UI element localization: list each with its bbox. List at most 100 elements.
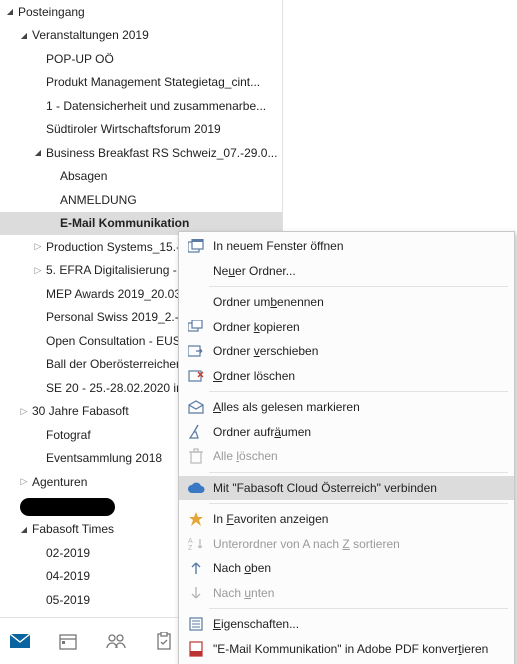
- menu-item-label: Nach oben: [207, 561, 271, 575]
- folder-item[interactable]: ▷ANMELDUNG: [0, 188, 282, 212]
- folder-label: Business Breakfast RS Schweiz_07.-29.0..…: [44, 146, 277, 160]
- folder-label: Produkt Management Stategietag_cint...: [44, 75, 260, 89]
- sort-az-icon: AZ: [185, 535, 207, 553]
- folder-item[interactable]: ◢Business Breakfast RS Schweiz_07.-29.0.…: [0, 141, 282, 165]
- menu-separator: [209, 608, 508, 609]
- menu-item-label: "E-Mail Kommunikation" in Adobe PDF konv…: [207, 642, 488, 656]
- folder-label: Posteingang: [16, 5, 85, 19]
- star-icon: [185, 510, 207, 528]
- menu-item[interactable]: In neuem Fenster öffnen: [179, 234, 514, 259]
- menu-item[interactable]: "E-Mail Kommunikation" in Adobe PDF konv…: [179, 637, 514, 662]
- folder-label: 02-2019: [44, 546, 90, 560]
- properties-icon: [185, 615, 207, 633]
- chevron-down-icon[interactable]: ◢: [18, 525, 30, 534]
- folder-item[interactable]: ▷1 - Datensicherheit und zusammenarbe...: [0, 94, 282, 118]
- menu-item-label: Eigenschaften...: [207, 617, 299, 631]
- folder-label: 05-2019: [44, 593, 90, 607]
- menu-item[interactable]: Neuer Ordner...: [179, 259, 514, 284]
- svg-text:Z: Z: [188, 545, 193, 551]
- folder-delete-icon: [185, 367, 207, 385]
- folder-label: Südtiroler Wirtschaftsforum 2019: [44, 122, 221, 136]
- context-menu: In neuem Fenster öffnen Neuer Ordner... Or…: [178, 231, 515, 664]
- folder-item[interactable]: ◢Veranstaltungen 2019: [0, 24, 282, 48]
- folder-move-icon: [185, 342, 207, 360]
- menu-item-label: Ordner verschieben: [207, 344, 318, 358]
- people-icon[interactable]: [104, 629, 128, 653]
- folder-label: Open Consultation - EUSu...: [44, 334, 197, 348]
- svg-text:A: A: [188, 538, 193, 545]
- chevron-right-icon[interactable]: ▷: [18, 406, 30, 417]
- menu-item[interactable]: Eigenschaften...: [179, 612, 514, 637]
- calendar-icon[interactable]: [56, 629, 80, 653]
- menu-item[interactable]: Mit "Fabasoft Cloud Österreich" verbinde…: [179, 476, 514, 501]
- menu-item[interactable]: Ordner verschieben: [179, 339, 514, 364]
- broom-icon: [185, 423, 207, 441]
- envelope-open-icon: [185, 398, 207, 416]
- arrow-up-icon: [185, 559, 207, 577]
- trash-icon: [185, 447, 207, 465]
- menu-item-label: Alles als gelesen markieren: [207, 400, 360, 414]
- chevron-right-icon[interactable]: ▷: [32, 265, 44, 276]
- menu-item-label: Mit "Fabasoft Cloud Österreich" verbinde…: [207, 481, 437, 495]
- folder-copy-icon: [185, 318, 207, 336]
- chevron-right-icon[interactable]: ▷: [18, 476, 30, 487]
- folder-label: Eventsammlung 2018: [44, 451, 162, 465]
- menu-separator: [209, 391, 508, 392]
- chevron-down-icon[interactable]: ◢: [18, 31, 30, 40]
- menu-item-label: In Favoriten anzeigen: [207, 512, 328, 526]
- folder-item[interactable]: ▷Südtiroler Wirtschaftsforum 2019: [0, 118, 282, 142]
- tasks-icon[interactable]: [152, 629, 176, 653]
- folder-label: Agenturen: [30, 475, 87, 489]
- menu-separator: [209, 503, 508, 504]
- menu-item-label: Alle löschen: [207, 449, 278, 463]
- folder-label: Fotograf: [44, 428, 91, 442]
- menu-item-label: Nach unten: [207, 586, 274, 600]
- arrow-down-icon: [185, 584, 207, 602]
- menu-item[interactable]: Ordner aufräumen: [179, 420, 514, 445]
- folder-item[interactable]: ▷Produkt Management Stategietag_cint...: [0, 71, 282, 95]
- menu-item[interactable]: Ordner kopieren: [179, 315, 514, 340]
- menu-item-label: Ordner umbenennen: [207, 295, 324, 309]
- menu-item-label: Ordner löschen: [207, 369, 295, 383]
- menu-separator: [209, 286, 508, 287]
- folder-label: POP-UP OÖ: [44, 52, 114, 66]
- menu-separator: [209, 472, 508, 473]
- new-window-icon: [185, 237, 207, 255]
- folder-label: E-Mail Kommunikation: [58, 216, 189, 230]
- redacted-item: [20, 498, 115, 516]
- folder-label: 1 - Datensicherheit und zusammenarbe...: [44, 99, 266, 113]
- menu-item: Nach unten: [179, 581, 514, 606]
- menu-item-label: Unterordner von A nach Z sortieren: [207, 537, 400, 551]
- chevron-down-icon[interactable]: ◢: [4, 7, 16, 16]
- menu-item: Alle löschen: [179, 444, 514, 469]
- chevron-right-icon[interactable]: ▷: [32, 241, 44, 252]
- folder-item[interactable]: ▷Absagen: [0, 165, 282, 189]
- folder-label: Fabasoft Times: [30, 522, 114, 536]
- folder-label: Absagen: [58, 169, 107, 183]
- cloud-icon: [185, 479, 207, 497]
- pdf-icon: [185, 640, 207, 658]
- menu-item-label: Neuer Ordner...: [207, 264, 296, 278]
- folder-label: 5. EFRA Digitalisierung - B...: [44, 263, 198, 277]
- menu-item[interactable]: Alles als gelesen markieren: [179, 395, 514, 420]
- menu-item[interactable]: Nach oben: [179, 556, 514, 581]
- folder-label: 30 Jahre Fabasoft: [30, 404, 129, 418]
- folder-item[interactable]: ◢Posteingang: [0, 0, 282, 24]
- menu-item-label: In neuem Fenster öffnen: [207, 239, 344, 253]
- menu-item[interactable]: In Favoriten anzeigen: [179, 507, 514, 532]
- menu-item-label: Ordner kopieren: [207, 320, 300, 334]
- folder-item[interactable]: ▷POP-UP OÖ: [0, 47, 282, 71]
- mail-icon[interactable]: [8, 629, 32, 653]
- menu-item[interactable]: Ordner umbenennen: [179, 290, 514, 315]
- blank-icon: [185, 262, 207, 280]
- folder-label: ANMELDUNG: [58, 193, 137, 207]
- chevron-down-icon[interactable]: ◢: [32, 148, 44, 157]
- folder-label: Veranstaltungen 2019: [30, 28, 149, 42]
- blank-icon: [185, 293, 207, 311]
- folder-label: Ball der Oberösterreicher 2...: [44, 357, 200, 371]
- menu-item: AZUnterordner von A nach Z sortieren: [179, 532, 514, 557]
- folder-label: 04-2019: [44, 569, 90, 583]
- folder-label: Production Systems_15.-1...: [44, 240, 197, 254]
- menu-item-label: Ordner aufräumen: [207, 425, 311, 439]
- menu-item[interactable]: Ordner löschen: [179, 364, 514, 389]
